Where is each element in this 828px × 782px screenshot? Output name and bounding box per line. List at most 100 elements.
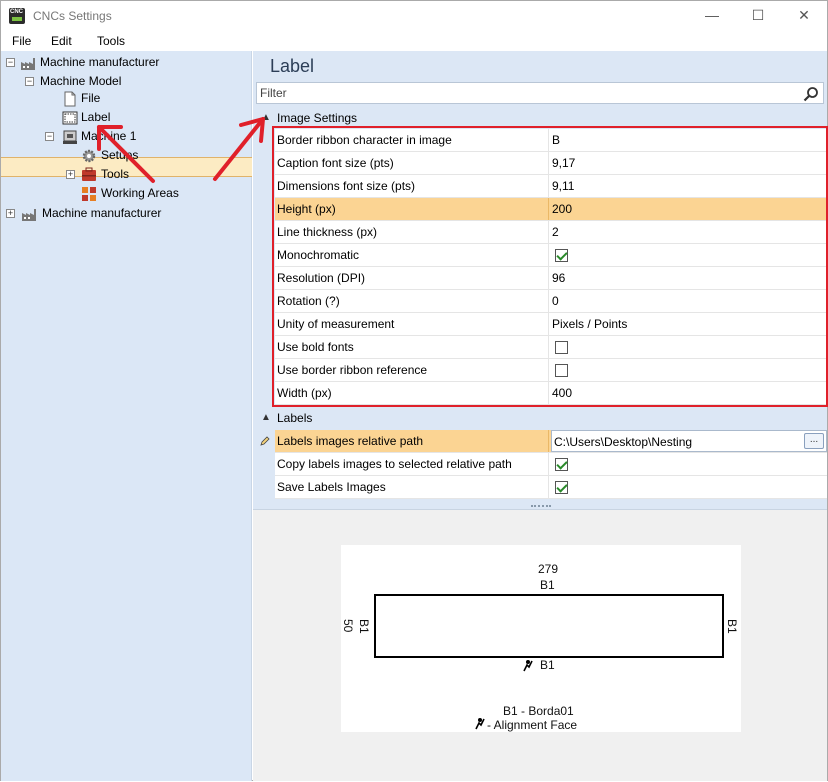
property-row[interactable]: Monochromatic: [275, 244, 827, 267]
property-row[interactable]: Caption font size (pts) 9,17: [275, 152, 827, 175]
tree-item-machine-manufacturer[interactable]: − Machine manufacturer: [1, 53, 251, 72]
property-name: Resolution (DPI): [277, 267, 549, 289]
monochromatic-checkbox[interactable]: [555, 249, 568, 262]
property-row[interactable]: Unity of measurement Pixels / Points: [275, 313, 827, 336]
category-label: Image Settings: [277, 111, 358, 125]
close-button[interactable]: ✕: [781, 1, 827, 31]
property-name: Line thickness (px): [277, 221, 549, 243]
collapse-caret-icon[interactable]: ▲: [261, 408, 271, 428]
file-icon: [64, 91, 76, 107]
property-name: Caption font size (pts): [277, 152, 549, 174]
property-value[interactable]: 0: [552, 290, 825, 312]
machine-icon: [63, 130, 77, 144]
alignment-face-icon: [523, 660, 533, 672]
property-value-checkbox: [552, 336, 825, 358]
menu-tools[interactable]: Tools: [97, 34, 125, 48]
tree-item-machine-manufacturer-2[interactable]: + Machine manufacturer: [1, 204, 251, 223]
property-value-checkbox: [552, 453, 825, 475]
property-row-selected[interactable]: Height (px) 200: [275, 198, 827, 221]
property-row-selected[interactable]: Labels images relative path C:\Users\Des…: [275, 430, 827, 453]
tree-item-label: File: [81, 91, 101, 105]
category-label: Labels: [277, 411, 313, 425]
category-image-settings[interactable]: ▲ Image Settings: [253, 108, 827, 128]
page-title: Label: [270, 56, 315, 76]
piece-rectangle: [374, 594, 724, 658]
pencil-icon: [260, 436, 270, 446]
menu-edit[interactable]: Edit: [51, 34, 72, 48]
tree-item-label: Tools: [101, 167, 130, 181]
left-edge-label: B1: [357, 619, 371, 634]
border-ribbon-reference-checkbox[interactable]: [555, 364, 568, 377]
minimize-button[interactable]: —: [689, 1, 735, 31]
property-value[interactable]: 400: [552, 382, 825, 404]
tree-item-working-areas[interactable]: Working Areas: [1, 184, 251, 203]
property-row[interactable]: Dimensions font size (pts) 9,11: [275, 175, 827, 198]
splitter-handle[interactable]: [531, 505, 551, 507]
collapse-caret-icon[interactable]: ▲: [261, 108, 271, 128]
property-row[interactable]: Save Labels Images: [275, 476, 827, 499]
expand-icon[interactable]: +: [66, 170, 75, 179]
property-name: Height (px): [277, 198, 549, 220]
tree-item-machine-1[interactable]: − Machine 1: [1, 127, 251, 146]
property-value[interactable]: 200: [552, 198, 825, 220]
label-icon: [62, 111, 78, 125]
copy-labels-checkbox[interactable]: [555, 458, 568, 471]
legend-line-2: - Alignment Face: [487, 718, 578, 732]
property-row[interactable]: Use border ribbon reference: [275, 359, 827, 382]
top-edge-label: B1: [540, 578, 555, 592]
tree-item-tools[interactable]: + Tools: [1, 165, 251, 184]
path-field[interactable]: C:\Users\Desktop\Nesting ...: [551, 430, 827, 452]
save-labels-checkbox[interactable]: [555, 481, 568, 494]
property-name: Unity of measurement: [277, 313, 549, 335]
property-name: Width (px): [277, 382, 549, 404]
tree-item-label: Label: [81, 110, 111, 124]
collapse-icon[interactable]: −: [25, 77, 34, 86]
property-value[interactable]: 9,11: [552, 175, 825, 197]
bold-fonts-checkbox[interactable]: [555, 341, 568, 354]
property-row[interactable]: Width (px) 400: [275, 382, 827, 405]
filter-box: [256, 82, 824, 104]
maximize-button[interactable]: ☐: [735, 1, 781, 31]
property-name: Rotation (?): [277, 290, 549, 312]
property-row[interactable]: Border ribbon character in image B: [275, 129, 827, 152]
settings-tree: − Machine manufacturer − Machine Model F…: [1, 51, 252, 781]
browse-button[interactable]: ...: [804, 433, 824, 449]
property-value[interactable]: 2: [552, 221, 825, 243]
property-row[interactable]: Copy labels images to selected relative …: [275, 453, 827, 476]
factory-icon: [21, 58, 35, 70]
menu-bar: File Edit Tools: [1, 31, 827, 51]
property-name: Use border ribbon reference: [277, 359, 549, 381]
property-name: Use bold fonts: [277, 336, 549, 358]
path-value: C:\Users\Desktop\Nesting: [554, 435, 693, 449]
tree-item-label-selected[interactable]: Label: [1, 108, 251, 127]
property-value[interactable]: B: [552, 129, 825, 151]
tree-item-file[interactable]: File: [1, 89, 251, 108]
collapse-icon[interactable]: −: [6, 58, 15, 67]
property-value[interactable]: 96: [552, 267, 825, 289]
tree-item-label: Working Areas: [101, 186, 179, 200]
alignment-face-legend-icon: [475, 718, 485, 730]
bottom-edge-label: B1: [540, 658, 555, 672]
filter-input[interactable]: [260, 85, 800, 101]
factory-icon: [22, 209, 36, 221]
tree-item-label: Machine 1: [81, 129, 137, 143]
collapse-icon[interactable]: −: [45, 132, 54, 141]
property-row[interactable]: Use bold fonts: [275, 336, 827, 359]
image-settings-grid: Border ribbon character in image B Captio…: [275, 129, 827, 405]
tree-item-setups[interactable]: Setups: [1, 146, 251, 165]
property-value[interactable]: Pixels / Points: [552, 313, 825, 335]
expand-icon[interactable]: +: [6, 209, 15, 218]
property-row[interactable]: Rotation (?) 0: [275, 290, 827, 313]
property-row[interactable]: Resolution (DPI) 96: [275, 267, 827, 290]
property-value[interactable]: 9,17: [552, 152, 825, 174]
tree-item-label: Machine manufacturer: [42, 206, 162, 220]
property-value-checkbox: [552, 476, 825, 498]
grid-icon: [82, 187, 96, 201]
menu-file[interactable]: File: [12, 34, 31, 48]
label-preview-area: 279 B1 50 B1 B1 B1 B1 - Borda01 - Alignm…: [253, 509, 827, 781]
label-preview: 279 B1 50 B1 B1 B1 B1 - Borda01 - Alignm…: [341, 545, 741, 732]
category-labels[interactable]: ▲ Labels: [253, 408, 827, 428]
property-name: Dimensions font size (pts): [277, 175, 549, 197]
search-icon[interactable]: [803, 86, 819, 102]
property-row[interactable]: Line thickness (px) 2: [275, 221, 827, 244]
